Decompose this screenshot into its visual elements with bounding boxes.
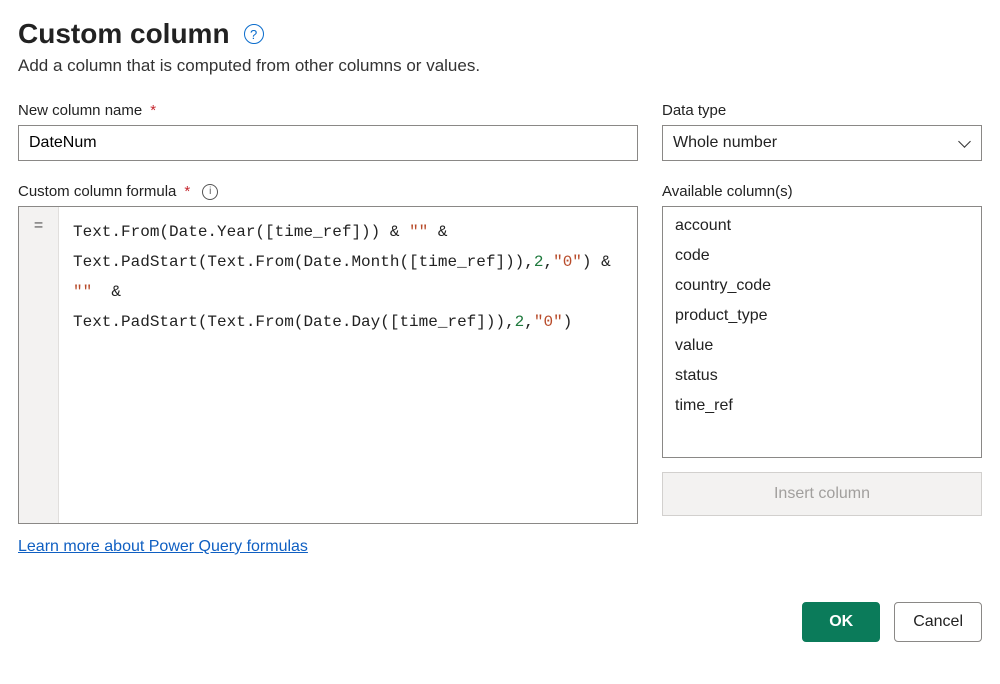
required-asterisk: *	[184, 183, 190, 200]
formula-editor[interactable]: = Text.From(Date.Year([time_ref])) & "" …	[18, 206, 638, 524]
insert-column-button: Insert column	[662, 472, 982, 516]
formula-token: 2	[515, 313, 525, 331]
formula-gutter: =	[19, 207, 59, 523]
formula-token: & Text.PadStart(Text.From(Date.Day([time…	[73, 283, 515, 331]
available-columns-box: accountcodecountry_codeproduct_typevalue…	[662, 206, 982, 458]
available-column-item[interactable]: time_ref	[663, 391, 981, 421]
available-column-item[interactable]: account	[663, 211, 981, 241]
data-type-value: Whole number	[673, 134, 777, 152]
info-icon[interactable]: i	[202, 184, 218, 200]
learn-more-link[interactable]: Learn more about Power Query formulas	[18, 538, 308, 556]
formula-token: )	[563, 313, 573, 331]
formula-token: ""	[409, 223, 428, 241]
formula-token: ,	[524, 313, 534, 331]
available-column-item[interactable]: value	[663, 331, 981, 361]
formula-token: ) &	[582, 253, 620, 271]
cancel-button[interactable]: Cancel	[894, 602, 982, 642]
new-column-name-label: New column name*	[18, 102, 638, 119]
formula-token: ,	[543, 253, 553, 271]
available-column-item[interactable]: status	[663, 361, 981, 391]
formula-token: "0"	[534, 313, 563, 331]
help-icon[interactable]: ?	[244, 24, 264, 44]
formula-token: ""	[73, 283, 92, 301]
available-column-item[interactable]: code	[663, 241, 981, 271]
required-asterisk: *	[150, 102, 156, 119]
dialog-title: Custom column	[18, 18, 230, 50]
formula-token: Text.From(Date.Year([time_ref])) &	[73, 223, 409, 241]
formula-label: Custom column formula* i	[18, 183, 638, 200]
available-column-item[interactable]: product_type	[663, 301, 981, 331]
dialog-subtitle: Add a column that is computed from other…	[18, 56, 982, 76]
data-type-select[interactable]: Whole number	[662, 125, 982, 161]
new-column-name-input[interactable]	[18, 125, 638, 161]
formula-token: "0"	[553, 253, 582, 271]
available-column-item[interactable]: country_code	[663, 271, 981, 301]
formula-body[interactable]: Text.From(Date.Year([time_ref])) & "" & …	[59, 207, 637, 523]
data-type-label: Data type	[662, 102, 982, 119]
available-columns-list[interactable]: accountcodecountry_codeproduct_typevalue…	[663, 207, 981, 457]
ok-button[interactable]: OK	[802, 602, 880, 642]
available-columns-label: Available column(s)	[662, 183, 982, 200]
